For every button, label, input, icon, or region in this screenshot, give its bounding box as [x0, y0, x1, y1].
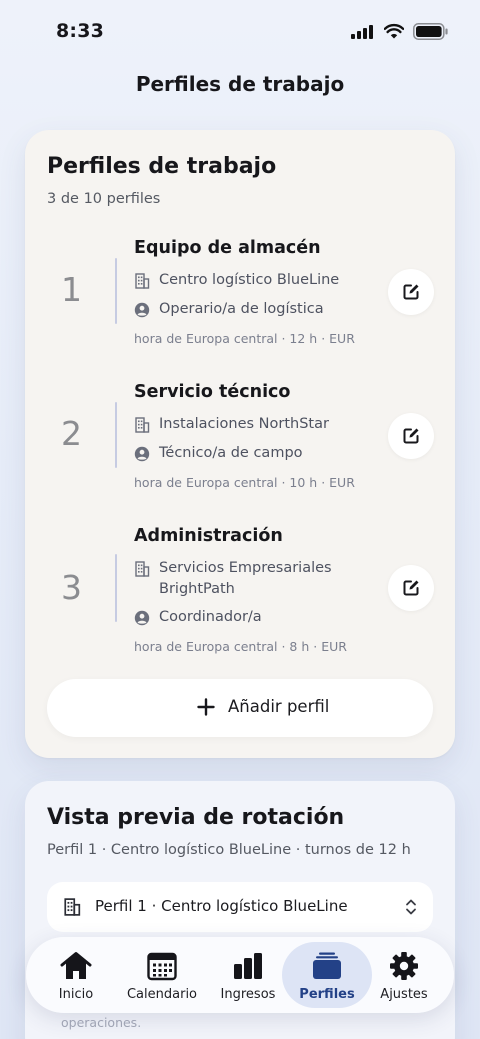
profile-select-value: Perfil 1 · Centro logístico BlueLine: [95, 897, 348, 915]
building-icon: [135, 417, 150, 433]
profile-role-text: Técnico/a de campo: [159, 445, 303, 461]
profile-name: Equipo de almacén: [134, 238, 321, 258]
calendar-icon: [147, 952, 177, 981]
wifi-icon: [384, 23, 404, 39]
building-icon: [64, 898, 81, 916]
gear-icon: [390, 952, 418, 980]
edit-profile-button[interactable]: [388, 413, 434, 459]
edit-profile-button[interactable]: [388, 565, 434, 611]
profile-divider: [115, 258, 117, 324]
edit-icon: [403, 284, 419, 300]
profile-item-3[interactable]: 3 Administración Servicios Empresariales…: [25, 526, 455, 660]
add-profile-label: Añadir perfil: [228, 697, 330, 716]
edit-icon: [403, 580, 419, 596]
add-profile-button[interactable]: Añadir perfil: [47, 679, 433, 737]
profile-divider: [115, 402, 117, 468]
tab-label: Ajustes: [380, 987, 428, 1002]
battery-icon: [413, 23, 448, 40]
profile-number: 3: [61, 568, 82, 607]
profile-item-2[interactable]: 2 Servicio técnico Instalaciones NorthSt…: [25, 382, 455, 526]
home-icon: [60, 952, 92, 979]
tab-label: Calendario: [126, 987, 198, 1002]
profile-item-1[interactable]: 1 Equipo de almacén Centro logístico Blu…: [25, 238, 455, 382]
profile-meta: hora de Europa central · 10 h · EUR: [134, 475, 355, 490]
tab-perfiles[interactable]: Perfiles: [282, 942, 372, 1008]
profile-number: 1: [61, 270, 82, 309]
stack-icon: [313, 952, 341, 979]
edit-icon: [403, 428, 419, 444]
page-title: Perfiles de trabajo: [135, 72, 345, 96]
tab-ingresos[interactable]: Ingresos: [210, 942, 286, 1008]
profile-company-text: Instalaciones NorthStar: [159, 416, 329, 432]
profile-name: Servicio técnico: [134, 382, 291, 402]
profile-number: 2: [61, 414, 82, 453]
profile-meta: hora de Europa central · 8 h · EUR: [134, 639, 347, 654]
tab-bar: Inicio Calendario Ingresos Perfiles Ajus…: [26, 937, 454, 1013]
tab-ajustes[interactable]: Ajustes: [366, 942, 442, 1008]
person-circle-icon: [134, 446, 150, 462]
profile-count: 3 de 10 perfiles: [47, 191, 161, 207]
preview-subtitle: Perfil 1 · Centro logístico BlueLine · t…: [47, 842, 411, 858]
chevron-up-down-icon: [406, 899, 416, 915]
building-icon: [135, 561, 150, 577]
person-circle-icon: [134, 610, 150, 626]
profile-company-text: Servicios Empresariales BrightPath: [159, 560, 332, 597]
card-title: Perfiles de trabajo: [47, 154, 277, 179]
profiles-card: Perfiles de trabajo 3 de 10 perfiles 1 E…: [25, 130, 455, 758]
edit-profile-button[interactable]: [388, 269, 434, 315]
profile-select[interactable]: Perfil 1 · Centro logístico BlueLine: [47, 882, 433, 932]
cellular-signal-icon: [351, 25, 375, 39]
profile-meta: hora de Europa central · 12 h · EUR: [134, 331, 355, 346]
preview-title: Vista previa de rotación: [47, 805, 345, 830]
bar-chart-icon: [234, 953, 262, 979]
building-icon: [135, 273, 150, 289]
profile-name: Administración: [134, 526, 283, 546]
person-circle-icon: [134, 302, 150, 318]
profile-company-text: Centro logístico BlueLine: [159, 272, 340, 288]
tab-label: Perfiles: [299, 987, 355, 1002]
plus-icon: [197, 698, 215, 716]
status-time: 8:33: [56, 20, 105, 42]
status-bar: 8:33: [0, 0, 480, 62]
profile-role-text: Coordinador/a: [159, 609, 262, 625]
profile-divider: [115, 554, 117, 622]
profile-role-text: Operario/a de logística: [159, 301, 324, 317]
tab-label: Inicio: [58, 987, 94, 1002]
preview-footnote: operaciones.: [61, 1015, 142, 1030]
tab-inicio[interactable]: Inicio: [38, 942, 114, 1008]
tab-calendario[interactable]: Calendario: [124, 942, 200, 1008]
tab-label: Ingresos: [220, 987, 276, 1002]
